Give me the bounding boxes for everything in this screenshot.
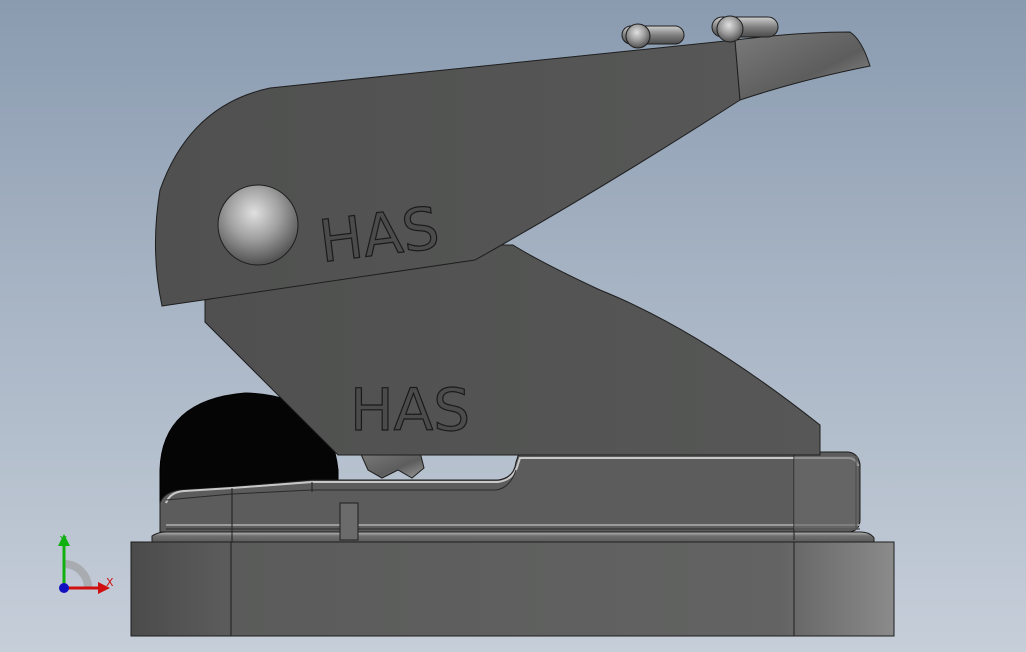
pivot-ball[interactable] (217, 184, 299, 266)
lever-tip[interactable] (734, 31, 871, 101)
z-axis-dot (59, 583, 69, 593)
punch-tip[interactable] (359, 451, 425, 479)
x-axis-label: X (106, 576, 114, 589)
triad-arc (63, 560, 92, 589)
graphics-viewport[interactable]: HAS HAS Y X (0, 0, 1026, 652)
lower-body-logo: HAS (350, 376, 470, 444)
base-plate[interactable] (130, 541, 895, 637)
hole-punch-model[interactable]: HAS HAS (0, 0, 1026, 652)
y-axis-label: Y (59, 534, 67, 547)
coordinate-triad: Y X (58, 534, 114, 594)
upper-lever-logo: HAS (315, 194, 443, 276)
